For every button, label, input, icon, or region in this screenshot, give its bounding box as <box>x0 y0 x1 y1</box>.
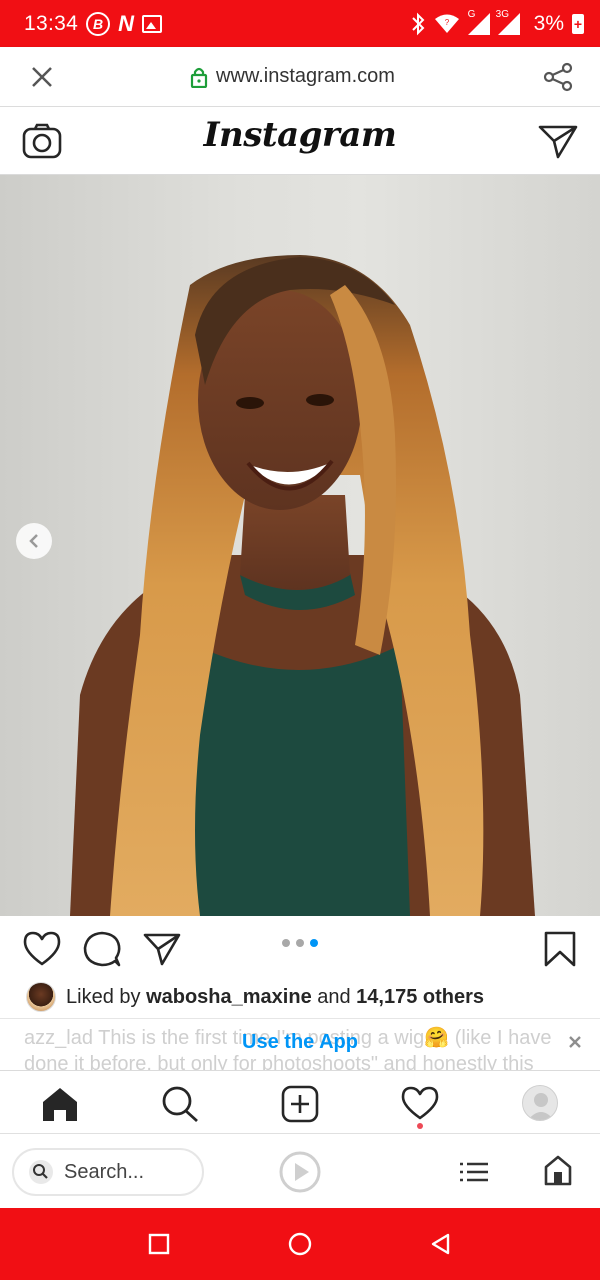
chevron-left-icon <box>29 534 38 548</box>
android-nav-bar <box>0 1208 600 1280</box>
b-app-icon: B <box>86 11 111 36</box>
likes-summary[interactable]: Liked by wabosha_maxine and 14,175 other… <box>26 982 484 1012</box>
home-icon[interactable] <box>543 1154 573 1186</box>
home-circle-icon[interactable] <box>288 1232 312 1256</box>
instagram-logo[interactable]: Instagram <box>0 115 600 155</box>
browser-bottom-bar: Search... <box>0 1134 600 1208</box>
new-post-icon[interactable] <box>280 1085 320 1123</box>
url-text: www.instagram.com <box>216 65 395 87</box>
activity-heart-icon[interactable] <box>400 1085 440 1123</box>
bookmark-icon[interactable] <box>542 930 578 968</box>
carousel-dot <box>296 939 304 947</box>
lock-icon <box>190 67 208 88</box>
gallery-icon <box>141 14 162 33</box>
url-address[interactable]: www.instagram.com <box>190 65 395 88</box>
notification-dot <box>417 1123 423 1129</box>
list-icon[interactable] <box>458 1158 490 1186</box>
heart-icon[interactable] <box>22 930 62 968</box>
status-time: 13:34 <box>24 11 79 35</box>
battery-icon: + <box>572 13 584 34</box>
liked-by-count[interactable]: 14,175 others <box>356 986 484 1009</box>
svg-text:?: ? <box>444 18 449 27</box>
wifi-icon: ? <box>434 14 459 33</box>
carousel-dot <box>282 939 290 947</box>
url-bar: www.instagram.com <box>0 47 600 107</box>
paper-plane-icon[interactable] <box>538 123 578 159</box>
instagram-header: Instagram <box>0 107 600 175</box>
back-triangle-icon[interactable] <box>429 1232 453 1256</box>
carousel-prev-button[interactable] <box>16 523 52 559</box>
signal-g: G <box>467 9 490 35</box>
post-photo[interactable] <box>0 175 600 916</box>
profile-avatar[interactable] <box>522 1085 558 1121</box>
post-actions <box>0 916 600 980</box>
instagram-bottom-nav <box>0 1070 600 1134</box>
home-icon[interactable] <box>40 1085 80 1123</box>
search-placeholder: Search... <box>64 1160 145 1183</box>
carousel-indicator <box>282 939 318 947</box>
share-direct-icon[interactable] <box>142 930 182 968</box>
battery-percent: 3% <box>533 11 564 35</box>
carousel-dot-active <box>310 939 318 947</box>
bluetooth-icon <box>411 12 425 35</box>
liked-by-prefix: Liked by <box>66 985 147 1008</box>
liker-avatar[interactable] <box>26 982 56 1012</box>
use-the-app-link[interactable]: Use the App <box>0 1031 600 1054</box>
portrait-image <box>70 255 535 916</box>
status-bar: 13:34 B N ? G 3G 3% + <box>0 0 600 47</box>
play-icon[interactable] <box>278 1150 322 1194</box>
signal-3g: 3G <box>496 9 520 35</box>
search-icon <box>29 1160 53 1184</box>
close-icon[interactable] <box>566 1033 584 1051</box>
search-icon[interactable] <box>160 1085 200 1123</box>
caption-banner: azz_lad This is the first time I'm posti… <box>0 1018 600 1070</box>
recents-square-icon[interactable] <box>147 1232 171 1256</box>
n-app-icon: N <box>118 10 134 36</box>
comment-icon[interactable] <box>82 930 122 968</box>
liked-by-user[interactable]: wabosha_maxine <box>146 986 312 1009</box>
share-icon[interactable] <box>542 61 574 93</box>
liked-by-middle: and <box>311 985 357 1008</box>
close-icon[interactable] <box>28 63 56 91</box>
browser-search-input[interactable]: Search... <box>12 1148 204 1196</box>
